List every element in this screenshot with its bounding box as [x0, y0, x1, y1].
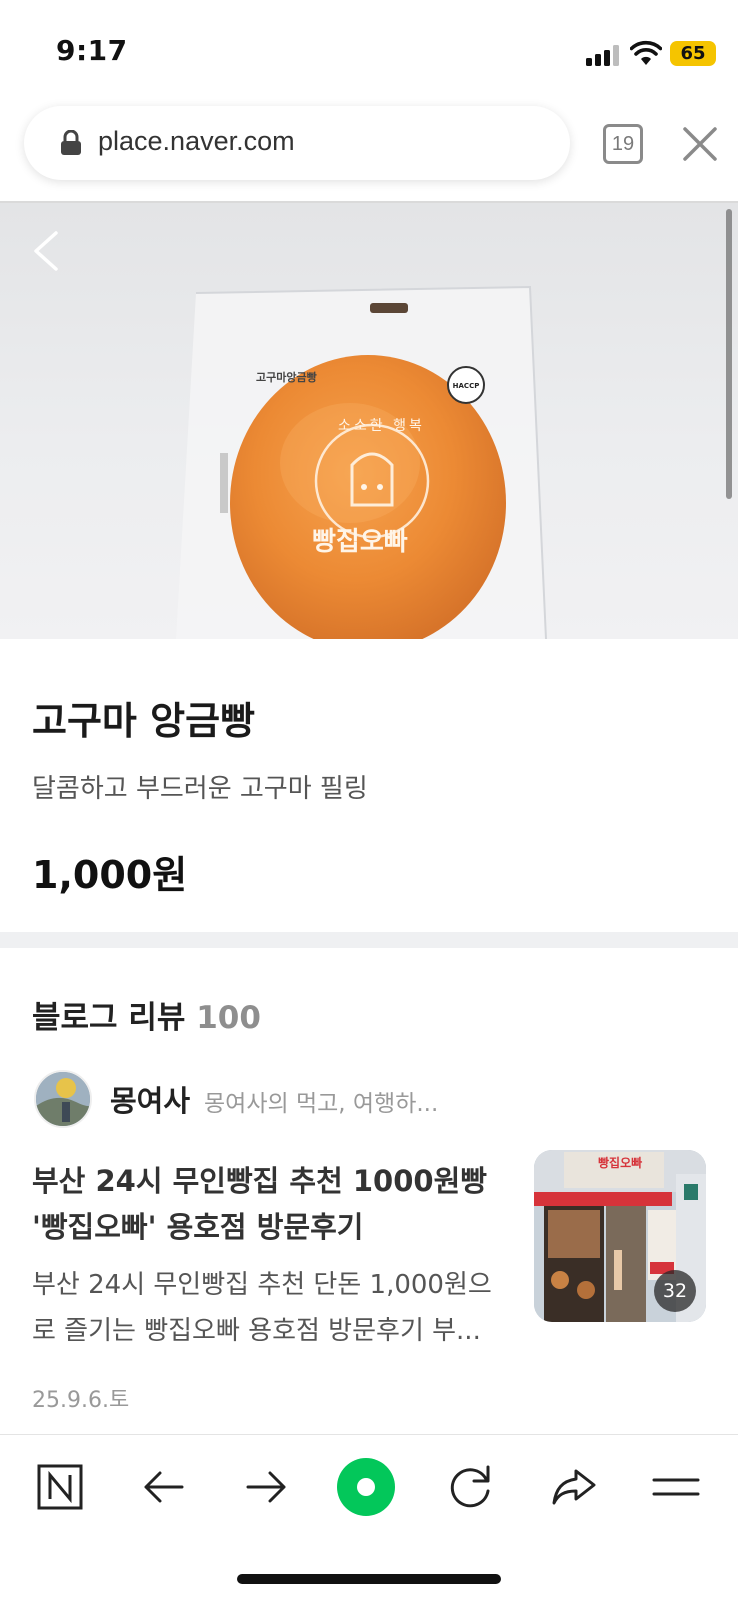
photo-count-badge: 32 [654, 1270, 696, 1312]
blog-review-title: 블로그 리뷰 [32, 1000, 186, 1036]
brand-arc-text: 소소한 행복 [338, 418, 425, 434]
lock-icon [61, 130, 81, 155]
package-label: 고구마앙금빵 [256, 371, 317, 384]
product-name: 고구마 앙금빵 [32, 699, 255, 743]
share-icon[interactable] [544, 1457, 604, 1517]
product-price: 1,000원 [32, 853, 188, 897]
review-title[interactable]: 부산 24시 무인빵집 추천 1000원빵 '빵집오빠' 용호점 방문후기 [32, 1158, 502, 1250]
battery-indicator: 65 [670, 41, 716, 66]
brand-name: 빵집오빠 [312, 527, 408, 557]
thumb-sign-text: 빵집오빠 [598, 1156, 643, 1170]
review-date: 25.9.6.토 [32, 1388, 130, 1413]
scrollbar[interactable] [726, 209, 732, 499]
haccp-mark: HACCP [452, 382, 480, 390]
home-indicator[interactable] [237, 1574, 501, 1584]
product-description: 달콤하고 부드러운 고구마 필링 [32, 774, 368, 804]
green-dot-icon[interactable] [336, 1457, 396, 1517]
chevron-left-icon[interactable] [28, 229, 64, 273]
status-time: 9:17 [56, 34, 128, 67]
blog-review-count: 100 [196, 1000, 261, 1036]
menu-icon[interactable] [646, 1457, 706, 1517]
review-author-description: 몽여사의 먹고, 여행하... [204, 1091, 439, 1117]
tab-count-button[interactable]: 19 [603, 124, 643, 164]
cellular-signal-icon [586, 44, 620, 66]
status-bar: 9:17 65 [0, 0, 738, 100]
review-author[interactable]: 몽여사 [110, 1078, 190, 1120]
wifi-icon [630, 40, 662, 65]
review-excerpt[interactable]: 부산 24시 무인빵집 추천 단돈 1,000원으로 즐기는 빵집오빠 용호점 … [32, 1262, 508, 1354]
naver-n-icon[interactable] [30, 1457, 90, 1517]
arrow-left-icon[interactable] [134, 1457, 194, 1517]
arrow-right-icon[interactable] [236, 1457, 296, 1517]
review-thumbnail[interactable]: 빵집오빠 32 [534, 1150, 706, 1322]
address-bar[interactable]: place.naver.com [24, 106, 570, 180]
refresh-icon[interactable] [440, 1457, 500, 1517]
section-divider [0, 932, 738, 948]
blog-review-heading: 블로그 리뷰 100 [32, 992, 261, 1037]
avatar[interactable] [34, 1070, 92, 1128]
close-icon[interactable] [682, 126, 718, 162]
product-image: 고구마앙금빵 HACCP 소소한 행복 빵집오빠 [0, 203, 738, 639]
url-text: place.naver.com [98, 126, 295, 156]
